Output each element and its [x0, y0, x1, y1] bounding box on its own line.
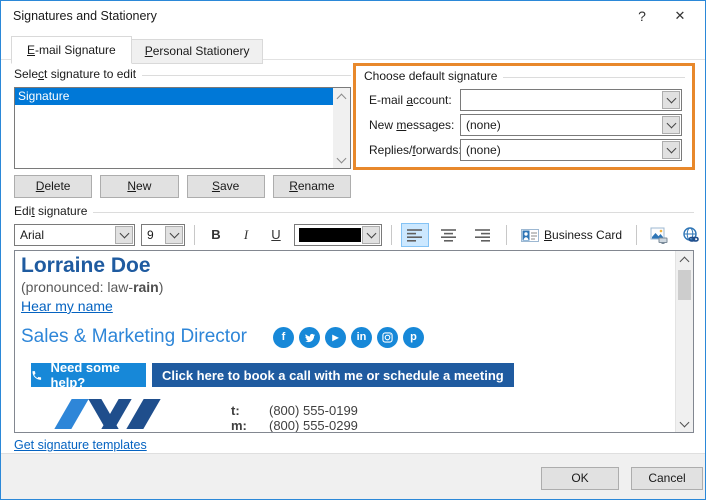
help-button[interactable]: ? — [625, 1, 659, 31]
align-left-button[interactable] — [401, 223, 429, 247]
editor-scrollbar[interactable] — [675, 251, 693, 432]
align-right-icon — [475, 228, 491, 242]
toolbar-separator — [194, 225, 195, 245]
business-card-button[interactable]: Business Card — [516, 223, 627, 247]
picture-icon — [650, 227, 668, 244]
align-left-icon — [407, 228, 423, 242]
bold-button[interactable]: B — [204, 223, 228, 247]
signature-listbox[interactable]: Signature — [14, 87, 351, 169]
chevron-down-icon[interactable] — [165, 226, 183, 244]
insert-picture-button[interactable] — [646, 223, 672, 247]
font-size-combobox[interactable]: 9 — [141, 224, 185, 246]
scroll-down-icon[interactable] — [676, 415, 693, 432]
scrollbar-thumb[interactable] — [678, 270, 691, 300]
rename-button[interactable]: Rename — [273, 175, 351, 198]
edit-signature-group-label: Edit signature — [14, 204, 694, 218]
social-icons: f ▶ in p — [273, 327, 424, 348]
email-account-combobox[interactable] — [460, 89, 682, 111]
dialog-title: Signatures and Stationery — [13, 1, 157, 31]
facebook-icon[interactable]: f — [273, 327, 294, 348]
get-signature-templates-link[interactable]: Get signature templates — [14, 438, 147, 452]
company-logo — [63, 399, 183, 429]
new-messages-combobox[interactable]: (none) — [460, 114, 682, 136]
signature-content: Lorraine Doe (pronounced: law-rain) Hear… — [15, 251, 676, 432]
pinterest-icon[interactable]: p — [403, 327, 424, 348]
signature-actions: Delete New Save Rename — [14, 175, 351, 198]
save-button[interactable]: Save — [187, 175, 265, 198]
twitter-icon[interactable] — [299, 327, 320, 348]
listbox-scrollbar[interactable] — [333, 88, 350, 168]
ok-button[interactable]: OK — [541, 467, 619, 490]
scroll-up-icon[interactable] — [333, 88, 350, 105]
align-right-button[interactable] — [469, 223, 497, 247]
font-color-combobox[interactable] — [294, 224, 382, 246]
phone-icon — [31, 369, 43, 382]
instagram-icon[interactable] — [377, 327, 398, 348]
new-messages-row: New messages: (none) — [369, 114, 682, 136]
list-item-signature[interactable]: Signature — [15, 88, 333, 105]
signature-editor[interactable]: Lorraine Doe (pronounced: law-rain) Hear… — [14, 250, 694, 433]
default-signature-group-label: Choose default signature — [364, 69, 685, 83]
choose-default-signature-group: Choose default signature E-mail account:… — [353, 63, 695, 170]
need-help-button[interactable]: Need some help? — [31, 363, 146, 387]
replies-forwards-row: Replies/forwards: (none) — [369, 139, 682, 161]
scroll-down-icon[interactable] — [333, 151, 350, 168]
formatting-toolbar: Arial 9 B I U Business Card — [14, 222, 694, 248]
signature-pronunciation: (pronounced: law-rain) — [21, 279, 676, 296]
linkedin-icon[interactable]: in — [351, 327, 372, 348]
replies-forwards-label: Replies/forwards: — [369, 143, 460, 157]
new-messages-label: New messages: — [369, 118, 460, 132]
business-card-label: Business Card — [544, 228, 622, 242]
title-bar: Signatures and Stationery ? ✕ — [1, 1, 705, 31]
tab-strip: E-mail Signature Personal Stationery — [11, 36, 262, 64]
italic-button[interactable]: I — [234, 223, 258, 247]
chevron-down-icon[interactable] — [662, 141, 680, 159]
book-call-button[interactable]: Click here to book a call with me or sch… — [152, 363, 514, 387]
chevron-down-icon[interactable] — [662, 91, 680, 109]
chevron-down-icon[interactable] — [362, 226, 380, 244]
phone-row: t:(800) 555-0199 — [231, 403, 358, 418]
chevron-down-icon[interactable] — [662, 116, 680, 134]
font-family-combobox[interactable]: Arial — [14, 224, 135, 246]
replies-forwards-combobox[interactable]: (none) — [460, 139, 682, 161]
chevron-down-icon[interactable] — [115, 226, 133, 244]
select-signature-group-label: Select signature to edit — [14, 67, 351, 81]
signature-job-title: Sales & Marketing Director — [21, 325, 247, 349]
color-swatch — [299, 228, 361, 242]
toolbar-separator — [636, 225, 637, 245]
hyperlink-globe-icon — [682, 227, 700, 243]
align-center-button[interactable] — [435, 223, 463, 247]
toolbar-separator — [506, 225, 507, 245]
new-button[interactable]: New — [100, 175, 178, 198]
cancel-button[interactable]: Cancel — [631, 467, 703, 490]
underline-button[interactable]: U — [264, 223, 288, 247]
signatures-and-stationery-dialog: Signatures and Stationery ? ✕ E-mail Sig… — [0, 0, 706, 500]
mobile-row: m:(800) 555-0299 — [231, 418, 358, 432]
email-account-row: E-mail account: — [369, 89, 682, 111]
tab-email-signature[interactable]: E-mail Signature — [11, 36, 132, 64]
scroll-up-icon[interactable] — [676, 251, 693, 268]
youtube-icon[interactable]: ▶ — [325, 327, 346, 348]
dialog-footer: OK Cancel — [1, 453, 705, 499]
business-card-icon — [521, 229, 539, 242]
delete-button[interactable]: Delete — [14, 175, 92, 198]
signature-name: Lorraine Doe — [21, 253, 676, 279]
email-account-label: E-mail account: — [369, 93, 460, 107]
hear-my-name-link[interactable]: Hear my name — [21, 298, 113, 315]
align-center-icon — [441, 228, 457, 242]
insert-hyperlink-button[interactable] — [678, 223, 704, 247]
contact-info: t:(800) 555-0199 m:(800) 555-0299 — [231, 403, 358, 432]
toolbar-separator — [391, 225, 392, 245]
tab-personal-stationery[interactable]: Personal Stationery — [131, 39, 264, 64]
close-button[interactable]: ✕ — [663, 1, 697, 31]
